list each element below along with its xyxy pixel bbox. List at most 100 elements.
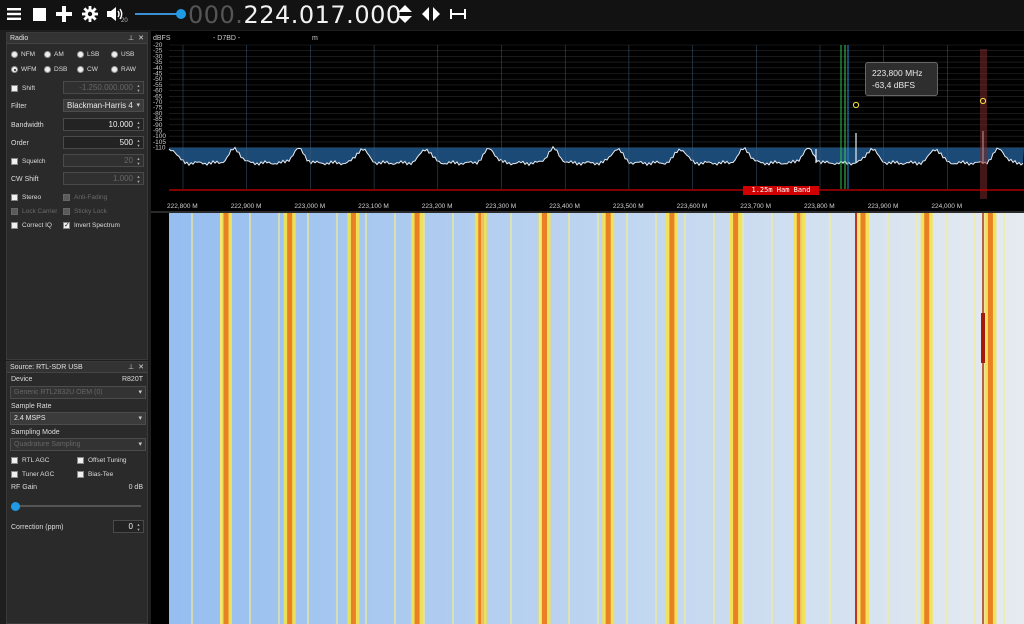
checkbox-box[interactable] [63, 221, 70, 229]
source-panel-title: Source: RTL-SDR USB [10, 363, 83, 371]
spin-arrows-icon[interactable]: ▲ ▼ [135, 156, 142, 166]
radio-button[interactable] [11, 51, 18, 58]
checkbox-box[interactable] [77, 471, 84, 478]
waterfall-display[interactable] [151, 213, 1024, 624]
checkbox-box[interactable] [11, 208, 18, 215]
gear-icon[interactable] [80, 4, 100, 24]
waterfall-column [871, 213, 877, 624]
mode-cw[interactable]: CW [77, 66, 98, 73]
checkbox-box[interactable] [11, 194, 18, 201]
checkbox-box[interactable] [63, 194, 70, 201]
vfo-band[interactable] [980, 49, 987, 199]
checkbox-box[interactable] [77, 457, 84, 464]
spectrum-plot[interactable]: -20-25-30-35-40-45-50-55-60-65-70-75-80-… [151, 31, 1024, 211]
mode-usb[interactable]: USB [111, 51, 134, 58]
left-right-arrows-icon[interactable] [421, 4, 441, 24]
mode-raw[interactable]: RAW [111, 66, 136, 73]
radio-panel-header: Radio ⊥ ✕ [7, 33, 147, 44]
mode-am[interactable]: AM [44, 51, 64, 58]
tuner-agc-checkbox[interactable]: Tuner AGC [11, 471, 54, 478]
shift-value: -1.250.000.000 [79, 83, 133, 92]
frequency-digits[interactable]: 224.017.000 [243, 1, 401, 29]
mode-nfm[interactable]: NFM [11, 51, 35, 58]
checkbox-box[interactable] [11, 457, 18, 464]
close-icon[interactable]: ✕ [138, 34, 144, 42]
spin-arrows-icon[interactable]: ▲ ▼ [135, 522, 142, 532]
frequency-leading-digits[interactable]: 000. [188, 1, 243, 29]
sticky-lock-checkbox[interactable]: Sticky Lock [63, 208, 107, 215]
squelch-input[interactable]: 20 ▲ ▼ [63, 154, 144, 167]
device-select[interactable]: Generic RTL2832U OEM (0) [10, 386, 146, 399]
noise-line [655, 213, 657, 624]
peak-marker [852, 101, 860, 109]
radio-button[interactable] [11, 66, 18, 73]
rtl-agc-checkbox[interactable]: RTL AGC [11, 457, 49, 464]
spin-arrows-icon[interactable]: ▲ ▼ [135, 138, 142, 148]
checkbox-box[interactable] [11, 85, 18, 92]
sampling-mode-select[interactable]: Quadrature Sampling [10, 438, 146, 451]
waterfall-column [577, 213, 583, 624]
invert-spectrum-checkbox[interactable]: Invert Spectrum [63, 221, 120, 229]
lock-carrier-checkbox[interactable]: Lock Carrier [11, 208, 57, 215]
hamburger-menu-icon[interactable] [4, 4, 24, 24]
noise-line [945, 213, 947, 624]
spin-arrows-icon[interactable]: ▲ ▼ [135, 120, 142, 130]
correct-iq-checkbox[interactable]: Correct IQ [11, 222, 52, 229]
mode-wfm[interactable]: WFM [11, 66, 37, 73]
waterfall-column [469, 213, 475, 624]
radio-button[interactable] [44, 66, 51, 73]
offset-tuning-label: Offset Tuning [88, 457, 127, 464]
bias-tee-checkbox[interactable]: Bias-Tee [77, 471, 113, 478]
squelch-checkbox[interactable]: Squelch [11, 158, 46, 165]
waterfall-column [169, 213, 175, 624]
offset-tuning-checkbox[interactable]: Offset Tuning [77, 457, 127, 464]
order-input[interactable]: 500 ▲ ▼ [63, 136, 144, 149]
squelch-label: Squelch [22, 158, 46, 165]
waterfall-column [487, 213, 493, 624]
correction-input[interactable]: 0 ▲ ▼ [113, 520, 144, 533]
anti-fading-checkbox[interactable]: Anti-Fading [63, 194, 107, 201]
spin-arrows-icon[interactable]: ▲ ▼ [135, 174, 142, 184]
mode-lsb[interactable]: LSB [77, 51, 99, 58]
close-icon[interactable]: ✕ [138, 363, 144, 371]
pin-icon[interactable]: ⊥ [128, 34, 134, 42]
plus-icon[interactable] [54, 4, 74, 24]
stop-square-icon[interactable] [29, 4, 49, 24]
radio-button[interactable] [77, 66, 84, 73]
waterfall-column [367, 213, 373, 624]
filter-select[interactable]: Blackman-Harris 4 [63, 99, 144, 112]
rf-gain-slider-knob[interactable] [11, 502, 20, 511]
stereo-checkbox[interactable]: Stereo [11, 194, 41, 201]
checkbox-box[interactable] [11, 471, 18, 478]
sample-rate-select[interactable]: 2.4 MSPS [10, 412, 146, 425]
volume-slider[interactable] [135, 8, 186, 20]
x-tick-label: 223,400 M [549, 203, 580, 210]
shift-input[interactable]: -1.250.000.000 ▲ ▼ [63, 81, 144, 94]
frequency-display[interactable]: 000.224.017.000 [188, 0, 402, 30]
up-down-arrows-icon[interactable] [395, 4, 415, 24]
waterfall-column [385, 213, 391, 624]
radio-button[interactable] [111, 66, 118, 73]
radio-button[interactable] [44, 51, 51, 58]
waterfall-column [553, 213, 559, 624]
checkbox-box[interactable] [11, 222, 18, 229]
snap-interval-icon[interactable] [448, 4, 468, 24]
bias-tee-label: Bias-Tee [88, 471, 114, 478]
shift-checkbox[interactable]: Shift [11, 85, 35, 92]
spectrum-display[interactable]: -20 -25 -30 -35 -40 -45 -50 -55 -60 -65 -70 -75 -80-… [151, 31, 1024, 211]
mode-label: CW [87, 66, 98, 73]
radio-button[interactable] [77, 51, 84, 58]
shift-label: Shift [22, 85, 36, 92]
waterfall-column [571, 213, 577, 624]
bandwidth-input[interactable]: 10.000 ▲ ▼ [63, 118, 144, 131]
mode-label: USB [121, 51, 135, 58]
volume-knob[interactable] [176, 9, 186, 19]
cw-shift-input[interactable]: 1.000 ▲ ▼ [63, 172, 144, 185]
pin-icon[interactable]: ⊥ [128, 363, 134, 371]
checkbox-box[interactable] [63, 208, 70, 215]
spin-arrows-icon[interactable]: ▲ ▼ [135, 83, 142, 93]
mode-dsb[interactable]: DSB [44, 66, 67, 73]
checkbox-box[interactable] [11, 158, 18, 165]
radio-button[interactable] [111, 51, 118, 58]
waterfall-column [559, 213, 565, 624]
